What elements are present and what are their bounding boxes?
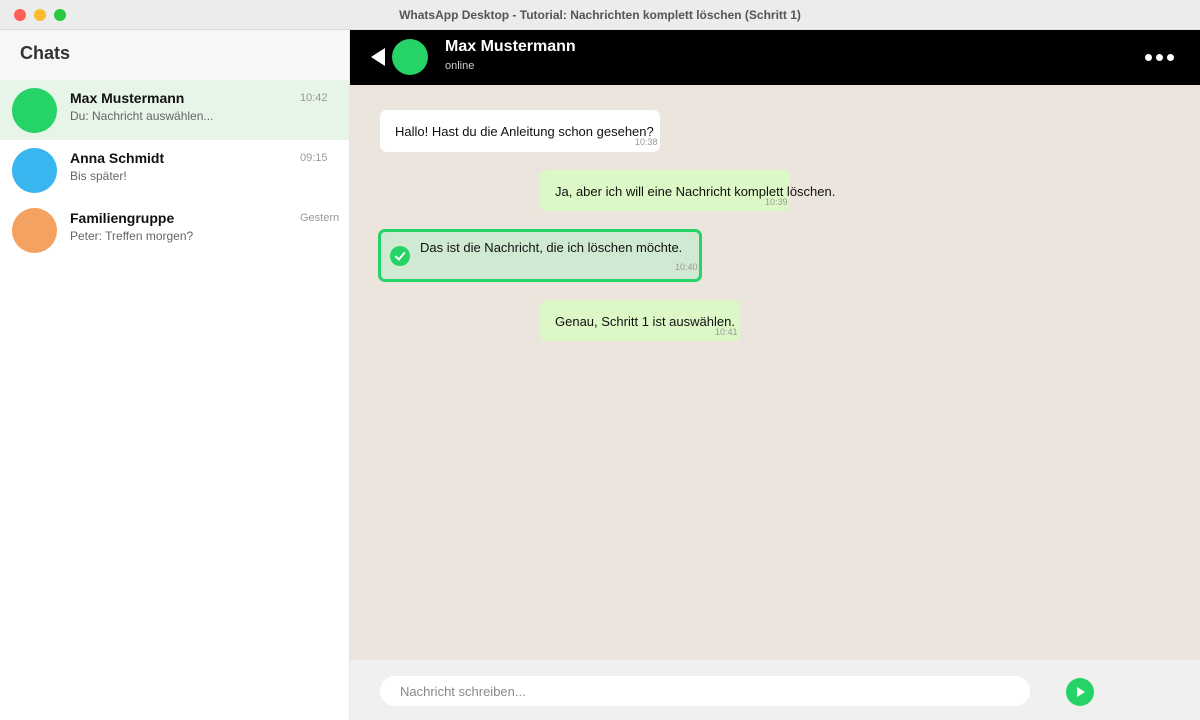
message-input[interactable] xyxy=(380,676,1030,706)
avatar[interactable] xyxy=(392,39,428,75)
sidebar-header: Chats xyxy=(0,30,349,80)
chat-time: 09:15 xyxy=(300,152,328,164)
chat-preview: Du: Nachricht auswählen... xyxy=(70,109,214,123)
avatar xyxy=(12,88,57,133)
send-icon[interactable] xyxy=(1066,678,1094,706)
contact-name[interactable]: Max Mustermann xyxy=(445,38,576,56)
message-time: 10:41 xyxy=(715,327,738,337)
avatar xyxy=(12,208,57,253)
message-bubble-outgoing[interactable]: Ja, aber ich will eine Nachricht komplet… xyxy=(540,170,835,211)
chat-time: Gestern xyxy=(300,212,340,224)
chat-name: Familiengruppe xyxy=(70,210,175,226)
message-input-bar xyxy=(350,660,1200,720)
avatar xyxy=(12,148,57,193)
message-bubble-outgoing[interactable]: Genau, Schritt 1 ist auswählen. 10:41 xyxy=(540,300,740,341)
message-text: Genau, Schritt 1 ist auswählen. xyxy=(555,314,735,329)
chat-item-anna-schmidt[interactable]: Anna Schmidt Bis später! 09:15 xyxy=(0,140,349,200)
message-time: 10:38 xyxy=(635,137,658,147)
chat-name: Anna Schmidt xyxy=(70,150,165,166)
message-bubble-incoming[interactable]: Hallo! Hast du die Anleitung schon geseh… xyxy=(380,110,660,152)
chat-sidebar: Chats Max Mustermann Du: Nachricht auswä… xyxy=(0,30,350,720)
chat-name: Max Mustermann xyxy=(70,90,185,106)
window-title: WhatsApp Desktop - Tutorial: Nachrichten… xyxy=(399,8,801,22)
message-bubble-selected[interactable]: Das ist die Nachricht, die ich löschen m… xyxy=(378,229,702,282)
sidebar-title: Chats xyxy=(20,43,71,63)
chat-panel: Max Mustermann online Hallo! Hast du die… xyxy=(350,30,1200,720)
chat-preview: Peter: Treffen morgen? xyxy=(70,229,194,243)
message-time: 10:40 xyxy=(675,262,698,272)
window-titlebar: WhatsApp Desktop - Tutorial: Nachrichten… xyxy=(0,0,1200,30)
chat-item-max-mustermann[interactable]: Max Mustermann Du: Nachricht auswählen..… xyxy=(0,80,349,140)
back-arrow-icon[interactable] xyxy=(371,48,385,66)
chat-time: 10:42 xyxy=(300,92,328,104)
message-text: Ja, aber ich will eine Nachricht komplet… xyxy=(555,184,836,199)
checkmark-icon[interactable] xyxy=(390,246,410,266)
chat-preview: Bis später! xyxy=(70,169,127,183)
message-time: 10:39 xyxy=(765,197,788,207)
more-dots-icon[interactable] xyxy=(1145,54,1175,62)
chat-item-familiengruppe[interactable]: Familiengruppe Peter: Treffen morgen? Ge… xyxy=(0,200,349,260)
contact-status: online xyxy=(445,60,475,72)
message-text: Das ist die Nachricht, die ich löschen m… xyxy=(420,240,683,255)
message-text: Hallo! Hast du die Anleitung schon geseh… xyxy=(395,124,654,139)
chat-header: Max Mustermann online xyxy=(350,30,1200,85)
